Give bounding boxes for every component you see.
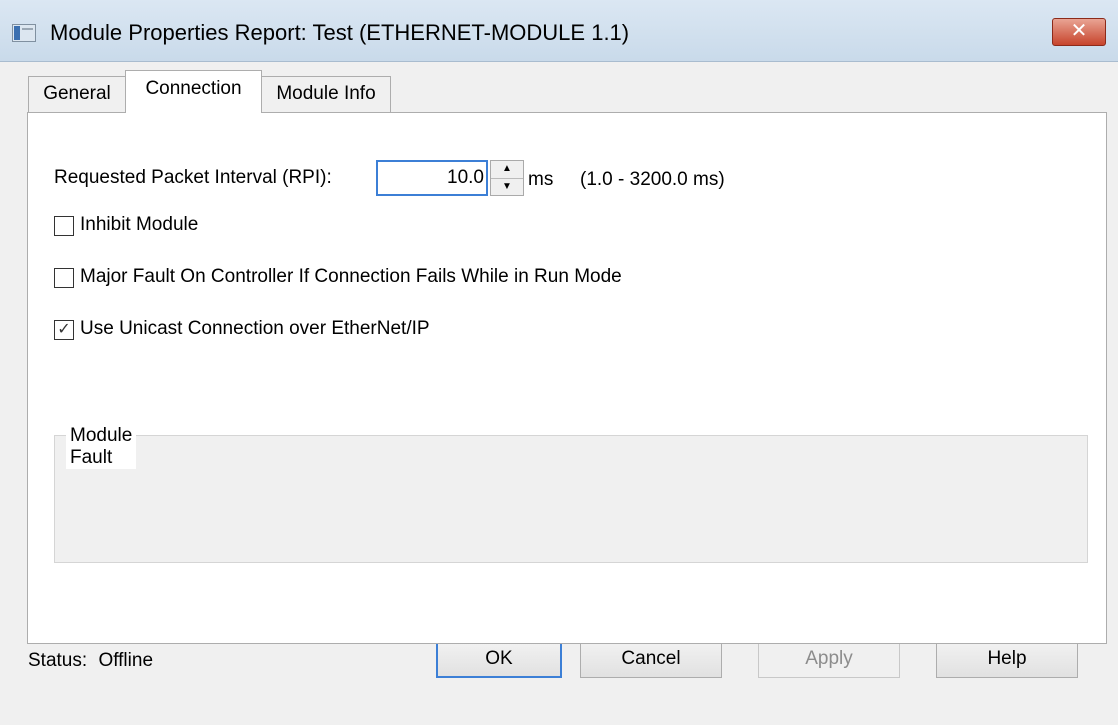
status-label: Status:	[28, 650, 88, 671]
rpi-range: (1.0 - 3200.0 ms)	[580, 169, 725, 190]
rpi-label: Requested Packet Interval (RPI):	[54, 167, 332, 188]
title-bar: Module Properties Report: Test (ETHERNET…	[0, 0, 1118, 62]
module-fault-group	[54, 435, 1088, 563]
cancel-button[interactable]: Cancel	[580, 640, 722, 678]
connection-tab-panel	[27, 112, 1107, 644]
close-icon: ✕	[1070, 20, 1088, 42]
tab-general[interactable]: General	[28, 76, 126, 112]
major-fault-checkbox[interactable]	[54, 268, 74, 288]
apply-button[interactable]: Apply	[758, 640, 900, 678]
app-window-icon	[12, 24, 36, 42]
module-fault-label: Module Fault	[66, 425, 137, 469]
tab-module-info-label: Module Info	[276, 83, 376, 104]
rpi-unit: ms	[528, 169, 554, 190]
tab-connection[interactable]: Connection	[125, 70, 262, 113]
unicast-connection-checkbox[interactable]: ✓	[54, 320, 74, 340]
major-fault-label[interactable]: Major Fault On Controller If Connection …	[80, 266, 622, 288]
inhibit-module-label[interactable]: Inhibit Module	[80, 214, 198, 236]
close-button[interactable]: ✕	[1052, 18, 1106, 46]
rpi-input[interactable]: 10.0	[376, 160, 488, 196]
help-button[interactable]: Help	[936, 640, 1078, 678]
unicast-connection-label[interactable]: Use Unicast Connection over EtherNet/IP	[80, 318, 430, 340]
status-value: Offline	[98, 650, 154, 671]
tab-module-info[interactable]: Module Info	[261, 76, 391, 112]
rpi-spinner[interactable]: ▲ ▼	[490, 160, 524, 196]
spin-down-icon[interactable]: ▼	[491, 178, 523, 196]
checkmark-icon: ✓	[57, 321, 71, 338]
window-title: Module Properties Report: Test (ETHERNET…	[50, 20, 630, 45]
inhibit-module-checkbox[interactable]	[54, 216, 74, 236]
spin-up-icon[interactable]: ▲	[491, 161, 523, 178]
ok-button[interactable]: OK	[436, 640, 562, 678]
status-text: Status: Offline	[28, 650, 153, 672]
tab-general-label: General	[43, 83, 111, 104]
tab-connection-label: Connection	[145, 78, 242, 99]
